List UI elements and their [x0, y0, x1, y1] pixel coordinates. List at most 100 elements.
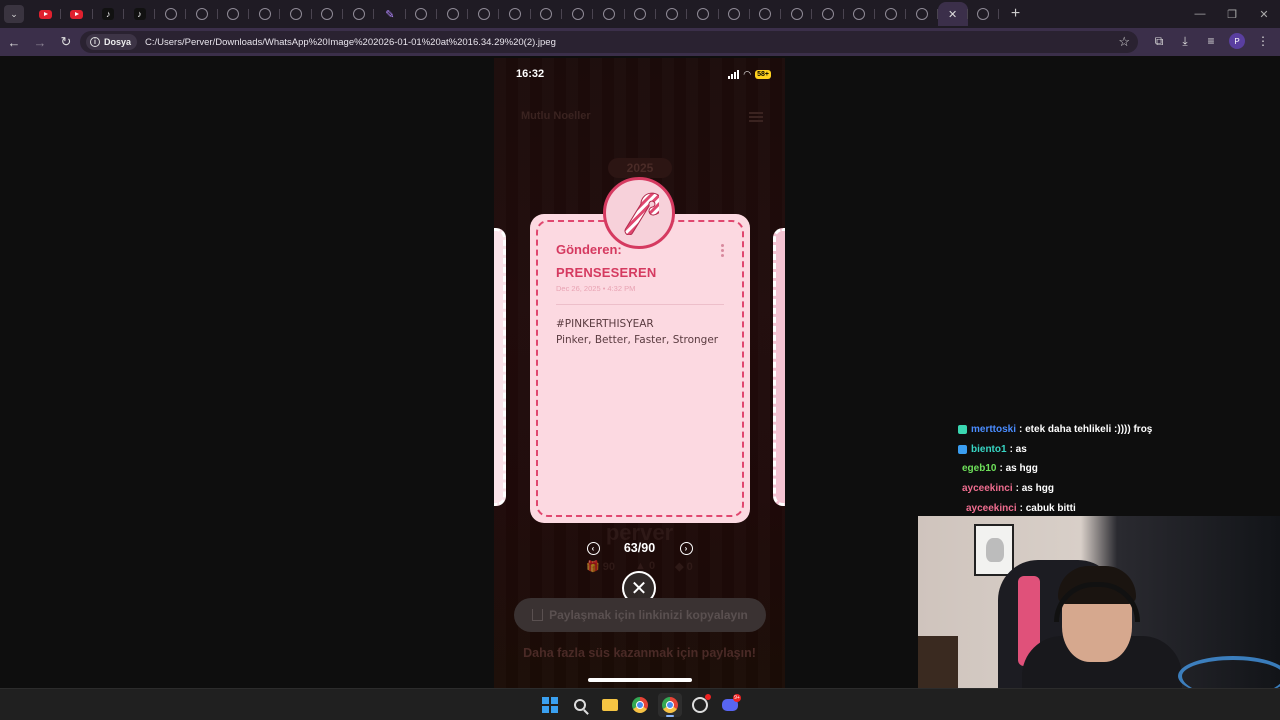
notification-dot	[705, 694, 711, 700]
extensions-icon[interactable]: ⧉	[1148, 30, 1170, 52]
site-info-label: Dosya	[104, 37, 132, 47]
chat-username[interactable]: merttoski	[971, 424, 1016, 435]
tiktok-icon: ♪	[133, 8, 146, 20]
windows-start-icon[interactable]	[538, 693, 562, 717]
bookmark-star-icon[interactable]: ☆	[1118, 34, 1130, 50]
browser-tab[interactable]	[249, 2, 281, 26]
globe-icon	[540, 8, 553, 20]
more-menu-icon[interactable]: ⋮	[1252, 30, 1274, 52]
window-controls: — ❐ ✕	[1184, 0, 1280, 28]
back-icon[interactable]: ←	[2, 30, 26, 54]
address-bar[interactable]: i Dosya C:/Users/Perver/Downloads/WhatsA…	[80, 31, 1138, 53]
webcam-feed	[918, 516, 1280, 688]
site-info-chip[interactable]: i Dosya	[86, 34, 138, 50]
browser-tab[interactable]: ♪	[124, 2, 156, 26]
browser-tab[interactable]	[343, 2, 375, 26]
stat-gifts: 🎁 90	[586, 561, 616, 573]
browser-tab[interactable]	[30, 2, 62, 26]
globe-icon	[696, 8, 709, 20]
close-window-icon[interactable]: ✕	[1248, 0, 1280, 28]
search-icon[interactable]	[568, 693, 592, 717]
chat-text: : etek daha tehlikeli :)))) froş	[1019, 424, 1153, 436]
info-icon: i	[90, 37, 100, 47]
forward-icon[interactable]: →	[28, 30, 52, 54]
discord-icon[interactable]: 9+	[718, 693, 742, 717]
url-text[interactable]: C:/Users/Perver/Downloads/WhatsApp%20Ima…	[145, 37, 556, 48]
browser-tab[interactable]	[656, 2, 688, 26]
next-card-icon[interactable]: ›	[679, 541, 693, 555]
browser-tab[interactable]	[280, 2, 312, 26]
chat-text: : as hgg	[1015, 483, 1054, 495]
browser-tab[interactable]	[750, 2, 782, 26]
share-link-button[interactable]: Paylaşmak için linkinizi kopyalayın	[514, 598, 766, 632]
chat-username[interactable]: biento1	[971, 444, 1007, 455]
browser-tab[interactable]	[531, 2, 563, 26]
globe-icon	[196, 8, 209, 20]
restore-icon[interactable]: ❐	[1216, 0, 1248, 28]
browser-tab[interactable]	[218, 2, 250, 26]
chat-message: biento1: as	[958, 440, 1152, 460]
browser-tab[interactable]	[781, 2, 813, 26]
chat-username[interactable]: ayceekinci	[966, 503, 1017, 514]
browser-tab[interactable]	[499, 2, 532, 26]
globe-icon	[290, 8, 303, 20]
next-card-peek[interactable]	[773, 228, 785, 506]
obs-icon[interactable]	[688, 693, 712, 717]
reload-icon[interactable]: ↻	[54, 30, 78, 54]
browser-tab[interactable]	[468, 2, 500, 26]
browser-tab[interactable]	[312, 2, 344, 26]
message-line-1: #PINKERTHISYEAR	[556, 318, 654, 330]
youtube-icon	[70, 9, 84, 19]
chat-username[interactable]: egeb10	[962, 463, 996, 474]
tab-search-button[interactable]: ⌄	[4, 5, 24, 23]
stat-gifts-value: 90	[602, 561, 616, 573]
profile-avatar[interactable]: P	[1229, 33, 1245, 49]
hamburger-menu-icon[interactable]	[749, 112, 763, 122]
browser-tab[interactable]	[906, 2, 938, 26]
browser-tab[interactable]	[844, 2, 876, 26]
browser-tab[interactable]	[625, 2, 657, 26]
chat-badge-icon	[958, 444, 967, 454]
browser-tab[interactable]	[687, 2, 719, 26]
downloads-icon[interactable]: ⤓	[1174, 30, 1196, 52]
close-icon[interactable]: ✕	[948, 8, 957, 21]
stat-second-value: 0	[648, 560, 656, 572]
card-message: #PINKERTHISYEAR Pinker, Better, Faster, …	[556, 316, 736, 348]
browser-tab-strip: ⌄ ♪ ♪ ✎ ✕ + — ❐ ✕	[0, 0, 1280, 28]
share-button-label: Paylaşmak için linkinizi kopyalayın	[549, 608, 748, 622]
browser-tab[interactable]	[719, 2, 751, 26]
browser-tab[interactable]: ♪	[93, 2, 125, 26]
browser-tab[interactable]	[186, 2, 219, 26]
pen-icon: ✎	[385, 8, 395, 21]
browser-tab[interactable]	[61, 2, 93, 26]
minimize-icon[interactable]: —	[1184, 0, 1216, 28]
globe-icon	[665, 8, 678, 20]
card-options-icon[interactable]	[721, 244, 724, 257]
poster-cat	[986, 538, 1004, 562]
globe-icon	[915, 8, 928, 20]
chrome-icon-active[interactable]	[658, 693, 682, 717]
browser-tab[interactable]: ✕	[937, 2, 968, 26]
browser-tab[interactable]	[812, 2, 845, 26]
app-title: Mutlu Noeller	[521, 110, 591, 122]
browser-tab[interactable]	[968, 2, 1000, 26]
browser-tab[interactable]	[593, 2, 625, 26]
browser-tab[interactable]	[562, 2, 594, 26]
file-explorer-icon[interactable]	[598, 693, 622, 717]
browser-tab[interactable]	[406, 2, 438, 26]
reading-list-icon[interactable]: ≡	[1200, 30, 1222, 52]
previous-card-icon[interactable]: ‹	[586, 541, 600, 555]
browser-tab[interactable]: ✎	[374, 2, 406, 26]
browser-tab[interactable]	[437, 2, 469, 26]
globe-icon	[822, 8, 835, 20]
chrome-icon[interactable]	[628, 693, 652, 717]
previous-card-peek[interactable]	[494, 228, 506, 506]
sender-name: PRENSESEREN	[556, 265, 657, 280]
new-tab-button[interactable]: +	[1011, 5, 1020, 23]
signal-icon	[728, 70, 740, 79]
browser-tab[interactable]	[155, 2, 187, 26]
chat-username[interactable]: ayceekinci	[962, 483, 1013, 494]
browser-toolbar: ← → ↻ i Dosya C:/Users/Perver/Downloads/…	[0, 28, 1280, 56]
stat-third-value: 0	[686, 561, 693, 573]
browser-tab[interactable]	[875, 2, 907, 26]
